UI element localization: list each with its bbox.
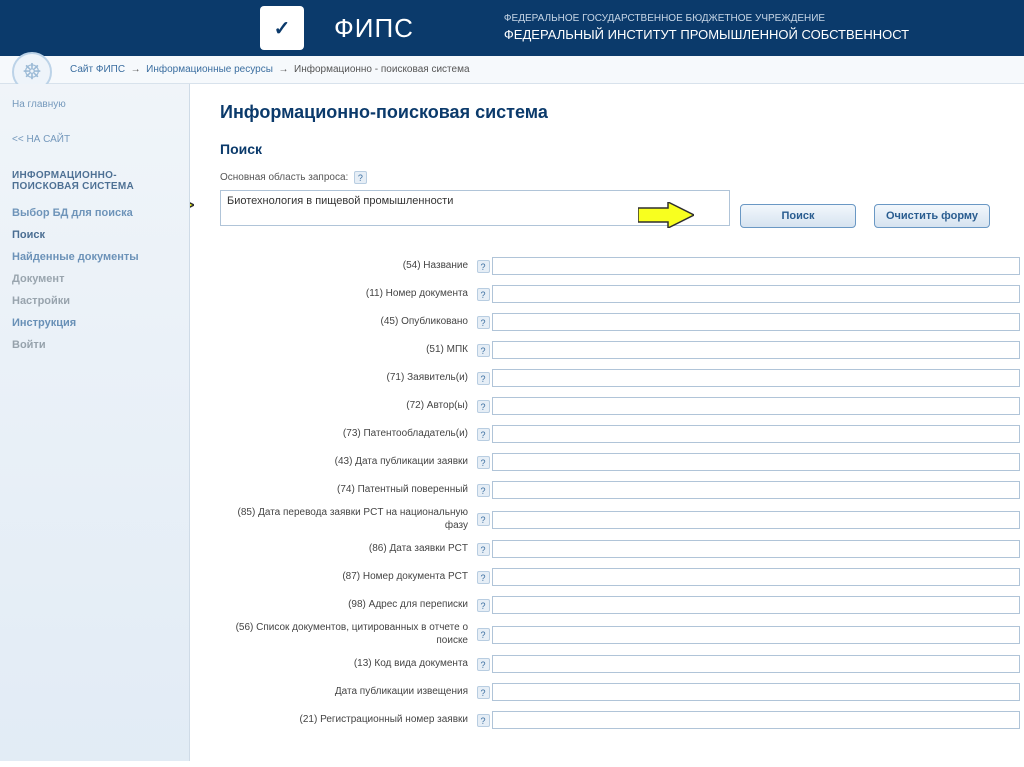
form-row: (43) Дата публикации заявки? [220,451,1024,473]
field-label: (43) Дата публикации заявки [220,456,474,469]
form-row: (54) Название? [220,255,1024,277]
field-label: (71) Заявитель(и) [220,372,474,385]
field-input[interactable] [492,683,1020,701]
search-button[interactable]: Поиск [740,204,856,228]
help-icon[interactable]: ? [477,260,490,273]
form-row: (74) Патентный поверенный? [220,479,1024,501]
sidebar-item-found-docs[interactable]: Найденные документы [0,246,189,268]
field-label: (56) Список документов, цитированных в о… [220,622,474,647]
form-row: (45) Опубликовано? [220,311,1024,333]
field-input[interactable] [492,397,1020,415]
field-input[interactable] [492,285,1020,303]
help-icon[interactable]: ? [477,456,490,469]
form-row: (51) МПК? [220,339,1024,361]
field-label: (13) Код вида документа [220,658,474,671]
clear-form-button[interactable]: Очистить форму [874,204,990,228]
field-input[interactable] [492,511,1020,529]
main-content: Информационно-поисковая система Поиск Ос… [190,84,1024,761]
breadcrumb-current: Информационно - поисковая система [294,64,469,75]
help-icon[interactable]: ? [477,316,490,329]
help-icon[interactable]: ? [477,571,490,584]
sidebar-back-link[interactable]: << НА САЙТ [0,129,189,150]
sidebar-section-header: ИНФОРМАЦИОННО-ПОИСКОВАЯ СИСТЕМА [0,164,189,198]
annotation-arrow-icon [190,192,194,218]
help-icon[interactable]: ? [477,344,490,357]
form-row: (86) Дата заявки PCT? [220,538,1024,560]
sidebar-item-document[interactable]: Документ [0,268,189,290]
help-icon[interactable]: ? [477,428,490,441]
form-row: (73) Патентообладатель(и)? [220,423,1024,445]
main-query-input[interactable] [220,190,730,226]
sidebar-item-login[interactable]: Войти [0,334,189,356]
header-title: ФИПС [334,13,414,44]
help-icon[interactable]: ? [354,171,367,184]
help-icon[interactable]: ? [477,513,490,526]
search-heading: Поиск [220,141,1024,157]
field-label: (98) Адрес для переписки [220,599,474,612]
field-input[interactable] [492,655,1020,673]
form-row: (21) Регистрационный номер заявки? [220,709,1024,731]
field-label: (86) Дата заявки PCT [220,543,474,556]
field-input[interactable] [492,568,1020,586]
form-row: (72) Автор(ы)? [220,395,1024,417]
field-input[interactable] [492,481,1020,499]
help-icon[interactable]: ? [477,628,490,641]
field-input[interactable] [492,341,1020,359]
field-input[interactable] [492,369,1020,387]
field-label: (74) Патентный поверенный [220,484,474,497]
help-icon[interactable]: ? [477,288,490,301]
field-label: (45) Опубликовано [220,316,474,329]
main-query-label: Основная область запроса: ? [220,171,1024,184]
form-row: (87) Номер документа PCT? [220,566,1024,588]
page-title: Информационно-поисковая система [220,102,1024,123]
form-row: (85) Дата перевода заявки PCT на национа… [220,507,1024,532]
sidebar-home-link[interactable]: На главную [0,94,189,115]
form-row: (98) Адрес для переписки? [220,594,1024,616]
field-input[interactable] [492,596,1020,614]
sidebar-item-select-db[interactable]: Выбор БД для поиска [0,202,189,224]
form-row: (11) Номер документа? [220,283,1024,305]
field-label: (11) Номер документа [220,288,474,301]
help-icon[interactable]: ? [477,714,490,727]
breadcrumb: ☸ Сайт ФИПС → Информационные ресурсы → И… [0,56,1024,84]
sidebar-item-settings[interactable]: Настройки [0,290,189,312]
fips-logo: ✓ [260,6,304,50]
help-icon[interactable]: ? [477,372,490,385]
help-icon[interactable]: ? [477,543,490,556]
sidebar: На главную << НА САЙТ ИНФОРМАЦИОННО-ПОИС… [0,84,190,761]
field-label: Дата публикации извещения [220,686,474,699]
field-label: (54) Название [220,260,474,273]
breadcrumb-site[interactable]: Сайт ФИПС [70,64,125,75]
field-label: (21) Регистрационный номер заявки [220,714,474,727]
field-input[interactable] [492,257,1020,275]
form-row: (13) Код вида документа? [220,653,1024,675]
help-icon[interactable]: ? [477,484,490,497]
sidebar-item-instruction[interactable]: Инструкция [0,312,189,334]
field-input[interactable] [492,711,1020,729]
header-line2: ФЕДЕРАЛЬНЫЙ ИНСТИТУТ ПРОМЫШЛЕННОЙ СОБСТВ… [504,26,909,44]
field-label: (72) Автор(ы) [220,400,474,413]
field-input[interactable] [492,453,1020,471]
site-header: ✓ ФИПС ФЕДЕРАЛЬНОЕ ГОСУДАРСТВЕННОЕ БЮДЖЕ… [0,0,1024,56]
header-line1: ФЕДЕРАЛЬНОЕ ГОСУДАРСТВЕННОЕ БЮДЖЕТНОЕ УЧ… [504,12,909,26]
breadcrumb-resources[interactable]: Информационные ресурсы [146,64,273,75]
form-row: Дата публикации извещения? [220,681,1024,703]
help-icon[interactable]: ? [477,599,490,612]
form-row: (56) Список документов, цитированных в о… [220,622,1024,647]
field-input[interactable] [492,626,1020,644]
form-row: (71) Заявитель(и)? [220,367,1024,389]
field-label: (51) МПК [220,344,474,357]
help-icon[interactable]: ? [477,686,490,699]
field-input[interactable] [492,540,1020,558]
header-subtitle: ФЕДЕРАЛЬНОЕ ГОСУДАРСТВЕННОЕ БЮДЖЕТНОЕ УЧ… [504,12,909,44]
field-input[interactable] [492,425,1020,443]
field-label: (85) Дата перевода заявки PCT на национа… [220,507,474,532]
field-label: (73) Патентообладатель(и) [220,428,474,441]
field-input[interactable] [492,313,1020,331]
help-icon[interactable]: ? [477,658,490,671]
help-icon[interactable]: ? [477,400,490,413]
field-label: (87) Номер документа PCT [220,571,474,584]
sidebar-item-search[interactable]: Поиск [0,224,189,246]
